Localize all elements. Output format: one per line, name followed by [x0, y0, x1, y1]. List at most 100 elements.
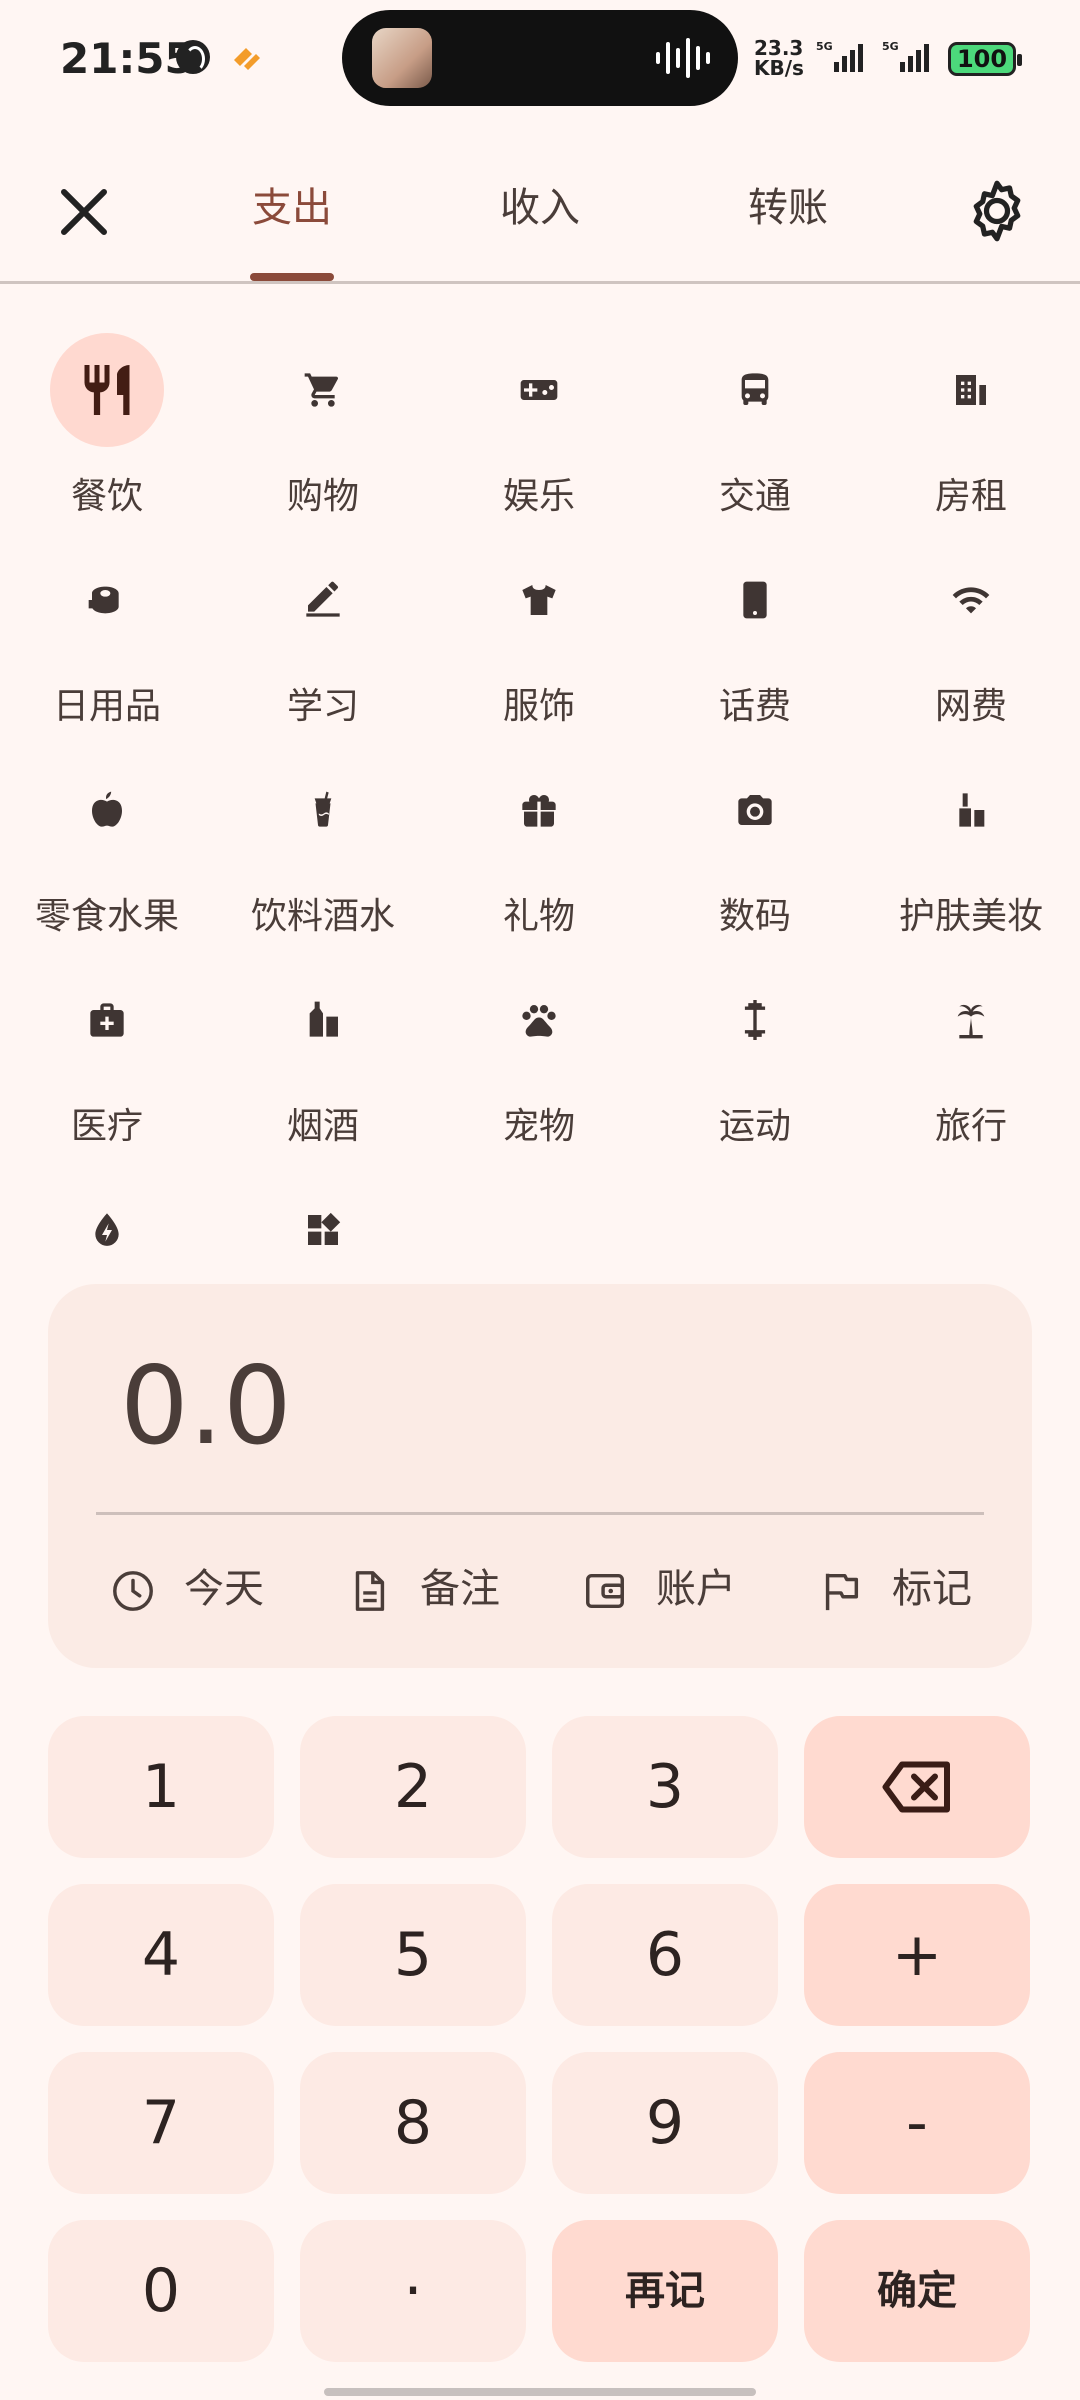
gamepad-icon [482, 333, 596, 447]
key-2[interactable]: 2 [300, 1716, 526, 1858]
key-4[interactable]: 4 [48, 1884, 274, 2026]
backspace-button[interactable] [804, 1716, 1030, 1858]
type-tabs-header: 支出 收入 转账 [0, 150, 1080, 284]
save-and-new-button[interactable]: 再记 [552, 2220, 778, 2362]
category-shopping[interactable]: 购物 [218, 333, 428, 523]
app-notification-icon [234, 48, 260, 70]
key-minus[interactable]: - [804, 2052, 1030, 2194]
network-speed-value: 23.3 [754, 36, 804, 60]
category-label: 饮料酒水 [250, 896, 395, 937]
wifi-icon [914, 543, 1028, 657]
lipstick-icon [914, 753, 1028, 867]
amount-display[interactable]: 0.0 [120, 1344, 292, 1469]
category-label: 旅行 [934, 1106, 1007, 1147]
category-label: 购物 [286, 476, 359, 517]
category-medical[interactable]: 医疗 [2, 963, 212, 1153]
note-label: 备注 [420, 1566, 500, 1612]
category-dining[interactable]: 餐饮 [2, 333, 212, 523]
category-internet[interactable]: 网费 [866, 543, 1076, 733]
key-5[interactable]: 5 [300, 1884, 526, 2026]
category-digital[interactable]: 数码 [650, 753, 860, 943]
category-label: 烟酒 [286, 1106, 359, 1147]
confirm-button[interactable]: 确定 [804, 2220, 1030, 2362]
apple-icon [50, 753, 164, 867]
key-0[interactable]: 0 [48, 2220, 274, 2362]
audio-wave-icon [656, 38, 710, 78]
category-drinks[interactable]: 饮料酒水 [218, 753, 428, 943]
category-study[interactable]: 学习 [218, 543, 428, 733]
key-9[interactable]: 9 [552, 2052, 778, 2194]
status-time: 21:55 [60, 34, 194, 83]
key-decimal[interactable]: · [300, 2220, 526, 2362]
category-label: 话费 [718, 686, 791, 727]
category-travel[interactable]: 旅行 [866, 963, 1076, 1153]
edit-icon [266, 543, 380, 657]
category-phone-bill[interactable]: 话费 [650, 543, 860, 733]
tissue-roll-icon [50, 543, 164, 657]
drink-cup-icon [266, 753, 380, 867]
category-cosmetics[interactable]: 护肤美妆 [866, 753, 1076, 943]
amount-divider [96, 1512, 984, 1515]
network-speed-unit: KB/s [754, 56, 804, 80]
category-transport[interactable]: 交通 [650, 333, 860, 523]
category-snacks[interactable]: 零食水果 [2, 753, 212, 943]
status-bar: 21:55 23.3 KB/s 5G 5G 100 [0, 0, 1080, 120]
key-3[interactable]: 3 [552, 1716, 778, 1858]
backspace-icon [882, 1761, 950, 1813]
category-sports[interactable]: 运动 [650, 963, 860, 1153]
category-energy[interactable] [2, 1173, 212, 1273]
active-tab-indicator [250, 273, 334, 281]
category-label: 医疗 [70, 1106, 143, 1147]
account-label: 账户 [656, 1566, 736, 1612]
tab-expense[interactable]: 支出 [212, 178, 372, 248]
category-label: 房租 [934, 476, 1007, 517]
media-artwork [372, 28, 432, 88]
category-clothing[interactable]: 服饰 [434, 543, 644, 733]
category-entertainment[interactable]: 娱乐 [434, 333, 644, 523]
key-6[interactable]: 6 [552, 1884, 778, 2026]
building-icon [914, 333, 1028, 447]
note-icon [355, 1571, 385, 1611]
category-label: 运动 [718, 1106, 791, 1147]
gift-icon [482, 753, 596, 867]
category-label: 数码 [718, 896, 791, 937]
paw-icon [482, 963, 596, 1077]
category-label: 服饰 [502, 686, 575, 727]
tab-transfer[interactable]: 转账 [708, 178, 868, 248]
key-8[interactable]: 8 [300, 2052, 526, 2194]
home-indicator[interactable] [324, 2388, 756, 2396]
tab-income[interactable]: 收入 [460, 178, 620, 248]
svg-text:5G: 5G [816, 40, 833, 53]
gear-icon[interactable] [962, 176, 1032, 246]
key-plus[interactable]: + [804, 1884, 1030, 2026]
category-daily-goods[interactable]: 日用品 [2, 543, 212, 733]
camera-icon [698, 753, 812, 867]
category-label: 日用品 [52, 686, 161, 727]
category-pets[interactable]: 宠物 [434, 963, 644, 1153]
close-icon[interactable] [50, 178, 118, 246]
tag-label: 标记 [892, 1566, 972, 1612]
widgets-icon [266, 1173, 380, 1287]
signal-5g-icon-2: 5G [882, 40, 929, 72]
dumbbell-icon [698, 963, 812, 1077]
dynamic-island[interactable] [342, 10, 738, 106]
flag-icon [825, 1573, 859, 1611]
date-label: 今天 [184, 1566, 264, 1612]
clock-icon [113, 1571, 153, 1611]
category-label: 网费 [934, 686, 1007, 727]
cart-icon [266, 333, 380, 447]
shirt-icon [482, 543, 596, 657]
category-rent[interactable]: 房租 [866, 333, 1076, 523]
bus-icon [698, 333, 812, 447]
category-label: 护肤美妆 [898, 896, 1043, 937]
key-1[interactable]: 1 [48, 1716, 274, 1858]
category-gifts[interactable]: 礼物 [434, 753, 644, 943]
category-more[interactable] [218, 1173, 428, 1273]
category-label: 学习 [286, 686, 359, 727]
category-tobacco-liquor[interactable]: 烟酒 [218, 963, 428, 1153]
category-label: 交通 [718, 476, 791, 517]
key-7[interactable]: 7 [48, 2052, 274, 2194]
category-label: 宠物 [502, 1106, 575, 1147]
amount-panel: 0.0 今天 备注 账户 标记 [48, 1284, 1032, 1668]
wallet-icon [586, 1573, 624, 1609]
